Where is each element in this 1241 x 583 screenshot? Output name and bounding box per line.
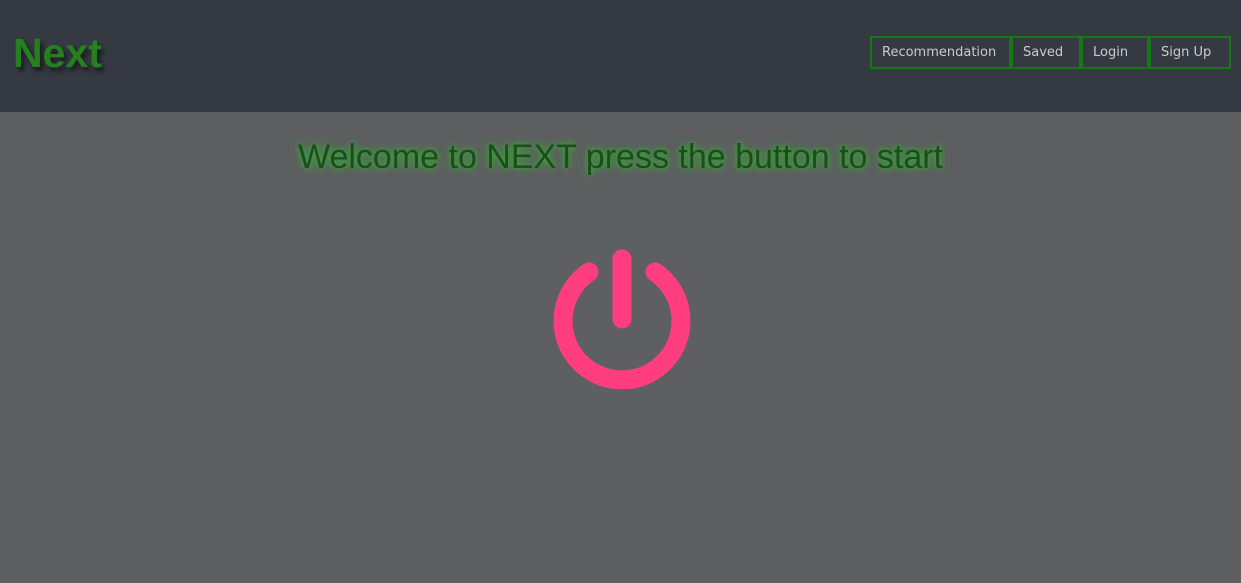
- nav-signup-button[interactable]: Sign Up: [1149, 36, 1231, 69]
- power-icon[interactable]: [553, 249, 691, 389]
- welcome-heading: Welcome to NEXT press the button to star…: [297, 138, 944, 176]
- nav-recommendation-button[interactable]: Recommendation: [870, 36, 1011, 69]
- brand-logo[interactable]: Next: [13, 28, 102, 78]
- main-nav: Recommendation Saved Login Sign Up: [870, 36, 1231, 69]
- nav-saved-button[interactable]: Saved: [1011, 36, 1081, 69]
- nav-login-button[interactable]: Login: [1081, 36, 1149, 69]
- top-header: Next Recommendation Saved Login Sign Up: [0, 0, 1241, 112]
